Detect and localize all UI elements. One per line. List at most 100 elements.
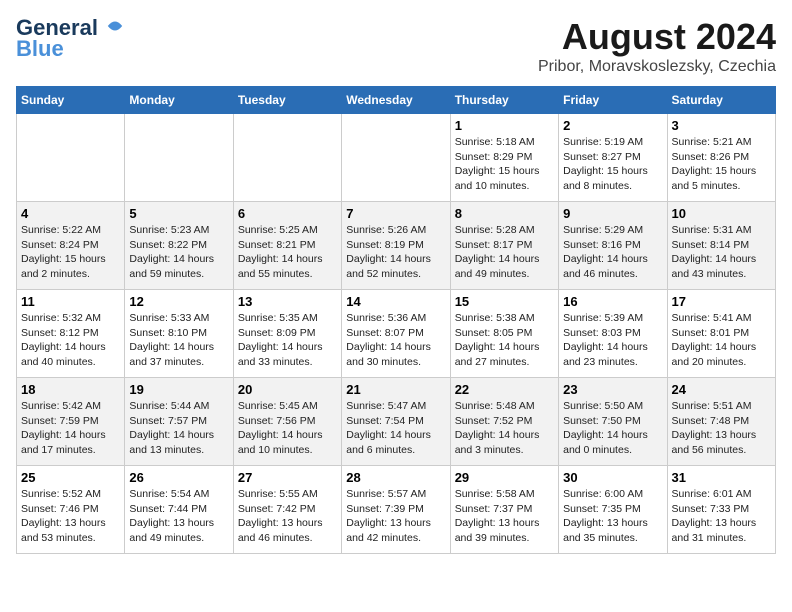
day-info: Sunrise: 5:55 AM Sunset: 7:42 PM Dayligh… <box>238 487 337 546</box>
calendar-week-row: 4 Sunrise: 5:22 AM Sunset: 8:24 PM Daylig… <box>17 202 776 290</box>
day-number: 3 <box>672 118 771 133</box>
calendar-cell: 5 Sunrise: 5:23 AM Sunset: 8:22 PM Daylig… <box>125 202 233 290</box>
day-number: 12 <box>129 294 228 309</box>
day-number: 5 <box>129 206 228 221</box>
day-number: 11 <box>21 294 120 309</box>
day-number: 25 <box>21 470 120 485</box>
weekday-header: Saturday <box>667 87 775 114</box>
calendar-cell: 16Sunrise: 5:39 AM Sunset: 8:03 PM Dayli… <box>559 290 667 378</box>
day-number: 7 <box>346 206 445 221</box>
day-number: 27 <box>238 470 337 485</box>
calendar-cell: 13 Sunrise: 5:35 AM Sunset: 8:09 PM Dayli… <box>233 290 341 378</box>
day-number: 1 <box>455 118 554 133</box>
calendar-cell: 4 Sunrise: 5:22 AM Sunset: 8:24 PM Daylig… <box>17 202 125 290</box>
day-number: 22 <box>455 382 554 397</box>
day-info: Sunrise: 5:28 AM Sunset: 8:17 PM Dayligh… <box>455 223 554 282</box>
day-info: Sunrise: 5:19 AM Sunset: 8:27 PM Dayligh… <box>563 135 662 194</box>
calendar-week-row: 18 Sunrise: 5:42 AM Sunset: 7:59 PM Dayli… <box>17 378 776 466</box>
day-info: Sunrise: 6:00 AM Sunset: 7:35 PM Dayligh… <box>563 487 662 546</box>
calendar-cell: 14 Sunrise: 5:36 AM Sunset: 8:07 PM Dayli… <box>342 290 450 378</box>
weekday-header: Friday <box>559 87 667 114</box>
calendar-cell <box>17 114 125 202</box>
calendar-cell: 15 Sunrise: 5:38 AM Sunset: 8:05 PM Dayli… <box>450 290 558 378</box>
calendar-cell: 7Sunrise: 5:26 AM Sunset: 8:19 PM Daylig… <box>342 202 450 290</box>
day-number: 17 <box>672 294 771 309</box>
calendar-cell <box>342 114 450 202</box>
calendar-cell: 9 Sunrise: 5:29 AM Sunset: 8:16 PM Daylig… <box>559 202 667 290</box>
calendar-header-row: SundayMondayTuesdayWednesdayThursdayFrid… <box>17 87 776 114</box>
logo-icon <box>106 17 124 35</box>
calendar-cell <box>233 114 341 202</box>
calendar-cell: 12 Sunrise: 5:33 AM Sunset: 8:10 PM Dayli… <box>125 290 233 378</box>
day-number: 4 <box>21 206 120 221</box>
calendar-week-row: 25 Sunrise: 5:52 AM Sunset: 7:46 PM Dayli… <box>17 466 776 554</box>
page-header: General Blue August 2024 Pribor, Moravsk… <box>16 16 776 76</box>
weekday-header: Sunday <box>17 87 125 114</box>
calendar-cell: 25 Sunrise: 5:52 AM Sunset: 7:46 PM Dayli… <box>17 466 125 554</box>
weekday-header: Wednesday <box>342 87 450 114</box>
day-number: 18 <box>21 382 120 397</box>
calendar-cell: 8 Sunrise: 5:28 AM Sunset: 8:17 PM Daylig… <box>450 202 558 290</box>
calendar-subtitle: Pribor, Moravskoslezsky, Czechia <box>538 58 776 76</box>
day-info: Sunrise: 5:23 AM Sunset: 8:22 PM Dayligh… <box>129 223 228 282</box>
day-number: 20 <box>238 382 337 397</box>
day-info: Sunrise: 5:39 AM Sunset: 8:03 PM Dayligh… <box>563 311 662 370</box>
day-number: 14 <box>346 294 445 309</box>
day-info: Sunrise: 5:25 AM Sunset: 8:21 PM Dayligh… <box>238 223 337 282</box>
day-info: Sunrise: 6:01 AM Sunset: 7:33 PM Dayligh… <box>672 487 771 546</box>
day-info: Sunrise: 5:36 AM Sunset: 8:07 PM Dayligh… <box>346 311 445 370</box>
day-number: 23 <box>563 382 662 397</box>
day-number: 9 <box>563 206 662 221</box>
day-info: Sunrise: 5:45 AM Sunset: 7:56 PM Dayligh… <box>238 399 337 458</box>
day-info: Sunrise: 5:50 AM Sunset: 7:50 PM Dayligh… <box>563 399 662 458</box>
calendar-cell: 23 Sunrise: 5:50 AM Sunset: 7:50 PM Dayli… <box>559 378 667 466</box>
day-info: Sunrise: 5:51 AM Sunset: 7:48 PM Dayligh… <box>672 399 771 458</box>
day-number: 15 <box>455 294 554 309</box>
logo: General Blue <box>16 16 124 62</box>
day-number: 26 <box>129 470 228 485</box>
day-number: 31 <box>672 470 771 485</box>
calendar-cell: 29 Sunrise: 5:58 AM Sunset: 7:37 PM Dayli… <box>450 466 558 554</box>
day-info: Sunrise: 5:52 AM Sunset: 7:46 PM Dayligh… <box>21 487 120 546</box>
day-info: Sunrise: 5:18 AM Sunset: 8:29 PM Dayligh… <box>455 135 554 194</box>
day-info: Sunrise: 5:31 AM Sunset: 8:14 PM Dayligh… <box>672 223 771 282</box>
day-number: 8 <box>455 206 554 221</box>
calendar-cell: 24 Sunrise: 5:51 AM Sunset: 7:48 PM Dayli… <box>667 378 775 466</box>
calendar-cell: 27 Sunrise: 5:55 AM Sunset: 7:42 PM Dayli… <box>233 466 341 554</box>
day-number: 24 <box>672 382 771 397</box>
calendar-cell <box>125 114 233 202</box>
day-info: Sunrise: 5:22 AM Sunset: 8:24 PM Dayligh… <box>21 223 120 282</box>
day-info: Sunrise: 5:41 AM Sunset: 8:01 PM Dayligh… <box>672 311 771 370</box>
day-info: Sunrise: 5:47 AM Sunset: 7:54 PM Dayligh… <box>346 399 445 458</box>
weekday-header: Monday <box>125 87 233 114</box>
day-info: Sunrise: 5:32 AM Sunset: 8:12 PM Dayligh… <box>21 311 120 370</box>
calendar-week-row: 11 Sunrise: 5:32 AM Sunset: 8:12 PM Dayli… <box>17 290 776 378</box>
day-number: 10 <box>672 206 771 221</box>
calendar-cell: 18 Sunrise: 5:42 AM Sunset: 7:59 PM Dayli… <box>17 378 125 466</box>
day-info: Sunrise: 5:33 AM Sunset: 8:10 PM Dayligh… <box>129 311 228 370</box>
calendar-cell: 10 Sunrise: 5:31 AM Sunset: 8:14 PM Dayli… <box>667 202 775 290</box>
calendar-cell: 19Sunrise: 5:44 AM Sunset: 7:57 PM Dayli… <box>125 378 233 466</box>
day-number: 28 <box>346 470 445 485</box>
day-info: Sunrise: 5:58 AM Sunset: 7:37 PM Dayligh… <box>455 487 554 546</box>
calendar-title: August 2024 <box>538 16 776 58</box>
day-number: 19 <box>129 382 228 397</box>
calendar-week-row: 1 Sunrise: 5:18 AM Sunset: 8:29 PM Daylig… <box>17 114 776 202</box>
day-info: Sunrise: 5:35 AM Sunset: 8:09 PM Dayligh… <box>238 311 337 370</box>
calendar-table: SundayMondayTuesdayWednesdayThursdayFrid… <box>16 86 776 554</box>
calendar-cell: 20 Sunrise: 5:45 AM Sunset: 7:56 PM Dayli… <box>233 378 341 466</box>
day-number: 30 <box>563 470 662 485</box>
day-number: 29 <box>455 470 554 485</box>
title-block: August 2024 Pribor, Moravskoslezsky, Cze… <box>538 16 776 76</box>
day-number: 13 <box>238 294 337 309</box>
day-info: Sunrise: 5:42 AM Sunset: 7:59 PM Dayligh… <box>21 399 120 458</box>
calendar-cell: 21 Sunrise: 5:47 AM Sunset: 7:54 PM Dayli… <box>342 378 450 466</box>
day-info: Sunrise: 5:29 AM Sunset: 8:16 PM Dayligh… <box>563 223 662 282</box>
day-info: Sunrise: 5:54 AM Sunset: 7:44 PM Dayligh… <box>129 487 228 546</box>
calendar-cell: 28Sunrise: 5:57 AM Sunset: 7:39 PM Dayli… <box>342 466 450 554</box>
calendar-cell: 30 Sunrise: 6:00 AM Sunset: 7:35 PM Dayli… <box>559 466 667 554</box>
calendar-cell: 11 Sunrise: 5:32 AM Sunset: 8:12 PM Dayli… <box>17 290 125 378</box>
calendar-cell: 2Sunrise: 5:19 AM Sunset: 8:27 PM Daylig… <box>559 114 667 202</box>
day-info: Sunrise: 5:38 AM Sunset: 8:05 PM Dayligh… <box>455 311 554 370</box>
day-number: 21 <box>346 382 445 397</box>
